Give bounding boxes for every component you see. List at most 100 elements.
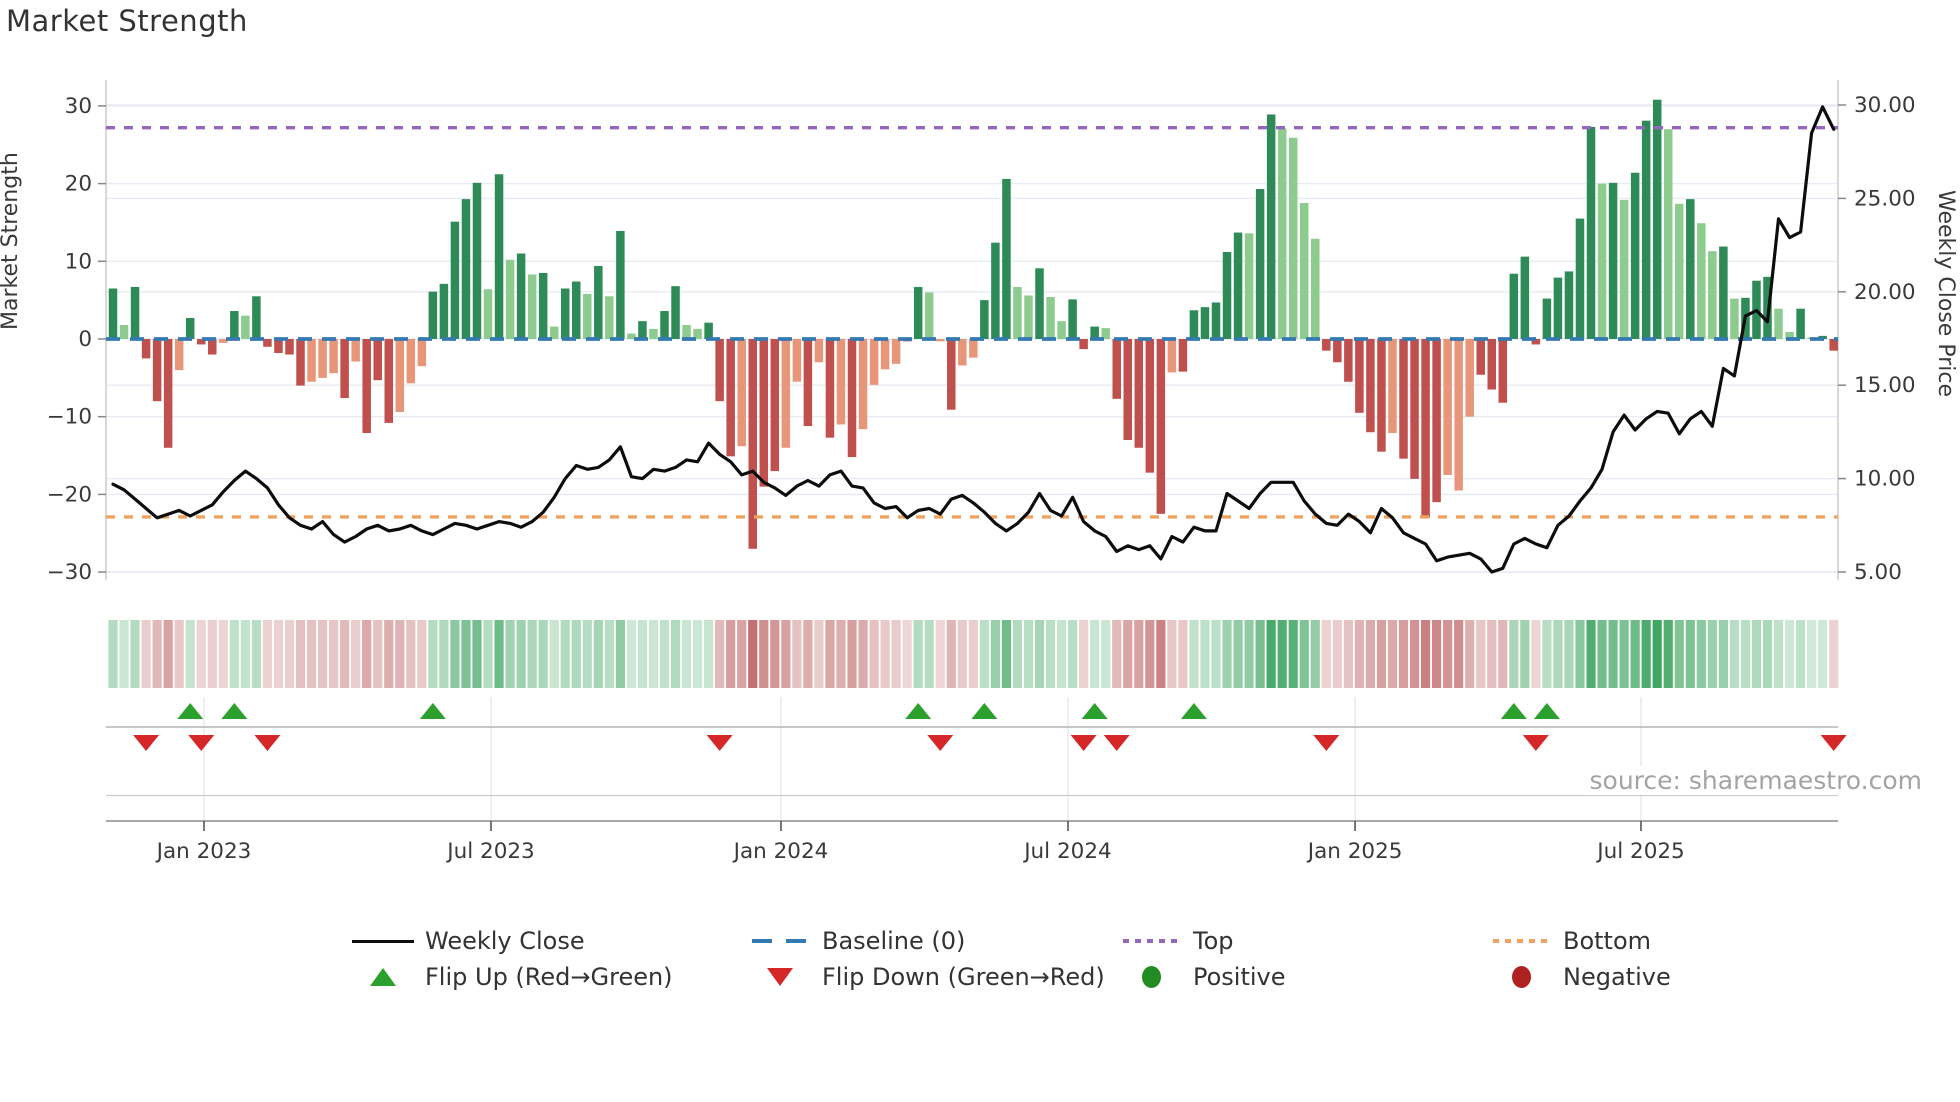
right-tick-label: 20.00 [1854,280,1916,305]
heatmap-cell [582,620,592,688]
strength-bar [417,339,427,367]
right-tick-label: 15.00 [1854,373,1916,398]
heatmap-cell [659,620,670,688]
strength-bar [1575,218,1585,339]
heatmap-cell [1729,620,1740,688]
heatmap-cell [648,620,659,688]
heatmap-cell [880,620,890,688]
heatmap-cell [1167,620,1177,688]
strength-bar [1068,299,1077,339]
strength-bar [1046,297,1055,339]
heatmap-cell [1575,620,1585,688]
heatmap-cell [527,620,537,688]
heatmap-cell [1299,620,1309,688]
heatmap-cell [306,620,317,688]
strength-bar [847,339,857,458]
heatmap-cell [803,620,813,688]
heatmap-cell [1818,620,1828,688]
strength-bar [130,286,140,339]
strength-bar [880,339,890,370]
strength-bar [1432,339,1441,503]
heatmap-cell [968,620,978,688]
flip-up-marker [177,703,204,719]
left-tick-label: 20 [65,172,92,197]
strength-bar [770,339,780,472]
strength-bar [1299,203,1309,339]
strength-bar [1454,339,1463,491]
strength-bar [285,339,294,355]
strength-bar [1421,339,1430,518]
strength-bar [980,300,989,339]
strength-bar [174,339,184,371]
legend-negative: Negative [1490,962,1671,992]
bottom-dotted-swatch [1490,939,1552,943]
heatmap-cell [792,620,802,688]
strength-bar [108,288,118,339]
x-tick-label: Jan 2023 [155,839,252,864]
legend-top: Top [1120,926,1234,956]
heatmap-cell [1465,620,1475,688]
strength-bar [362,339,371,434]
heatmap-cell [1045,620,1056,688]
heatmap-cell [1068,620,1078,688]
flip-marker-row [106,697,1847,821]
left-tick-label: 10 [65,249,92,274]
strength-bar [1366,339,1375,433]
strength-bar [351,339,360,362]
flip-down-marker [1820,735,1847,751]
heatmap-cell [814,620,824,688]
heatmap-cell [637,620,648,688]
strength-bar [296,339,305,386]
heatmap-cell [384,620,394,688]
heatmap-cell [1795,620,1806,688]
heatmap-cell [1586,620,1596,688]
strength-bar [616,230,625,339]
strength-bar [1355,339,1364,413]
strength-bar [969,339,978,358]
strength-bar [1145,339,1155,473]
heatmap-cell [229,620,239,688]
strength-bar [373,339,382,381]
heatmap-cell [1101,620,1111,688]
heatmap-cell [417,620,427,688]
flip-up-marker [221,703,248,719]
heatmap-cell [1420,620,1431,688]
strength-bar [836,339,846,425]
strength-bar [1178,339,1188,372]
heatmap-cell [1387,620,1398,688]
strength-bar [1233,232,1243,339]
strength-bar [527,274,537,339]
legend-flip-down: Flip Down (Green→Red) [749,962,1105,992]
x-tick-label: Jul 2023 [445,839,535,864]
strength-bar [936,339,945,342]
heatmap-cell [284,620,295,688]
heatmap-cell [317,620,328,688]
strength-bar [1608,182,1618,339]
heatmap-cell [152,620,162,688]
heatmap-cell [1090,620,1100,688]
heatmap-cell [295,620,306,688]
strength-bar [594,265,603,339]
strength-bar [649,328,658,339]
heatmap-cell [1751,620,1762,688]
heatmap-cell [1564,620,1574,688]
flip-up-marker [905,703,932,719]
heatmap-cell [428,620,438,688]
heatmap-cell [538,620,548,688]
heatmap-cell [869,620,879,688]
strength-bar [1586,126,1596,339]
heatmap-cell [1498,620,1508,688]
strength-bar [1255,189,1265,339]
heatmap-cell [1685,620,1695,688]
left-tick-label: −30 [47,560,92,585]
heatmap-cell [505,620,515,688]
heatmap-cell [924,620,934,688]
strength-bar [395,339,405,413]
strength-bar [439,283,449,339]
heatmap-cell [472,620,482,688]
strength-bar [1663,129,1673,339]
heatmap-cell [1718,620,1728,688]
x-axis: Jan 2023 Jul 2023 Jan 2024 Jul 2024 Jan 2025… [106,820,1838,864]
heatmap-cell [207,620,217,688]
heatmap-cell [461,620,471,688]
